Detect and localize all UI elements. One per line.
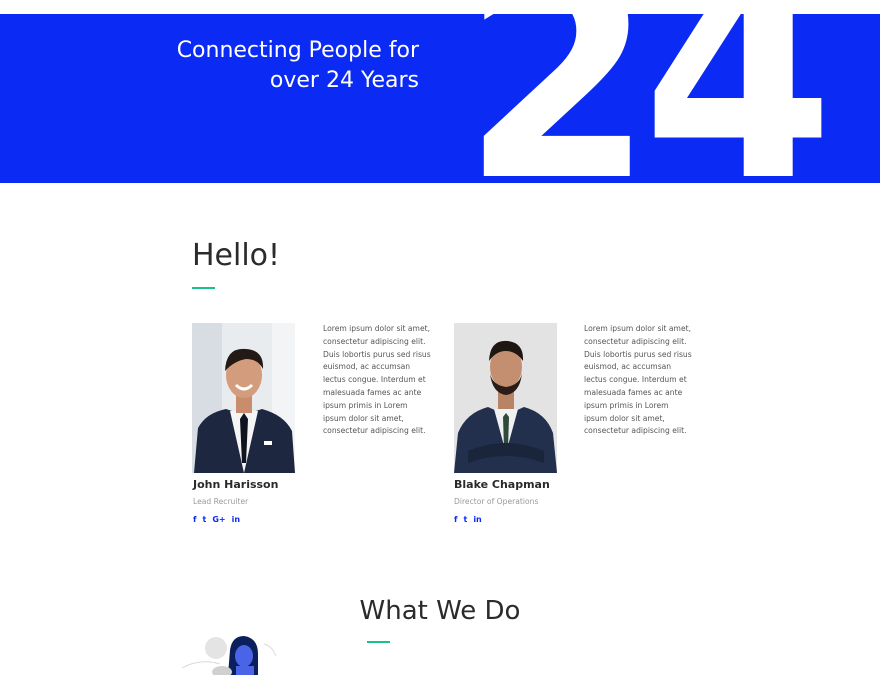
linkedin-icon[interactable]: in bbox=[232, 515, 240, 525]
hero-title: Connecting People for over 24 Years bbox=[89, 36, 419, 96]
team-member-social-links: f t in bbox=[454, 515, 482, 525]
hero-title-line-2: over 24 Years bbox=[269, 68, 419, 93]
team-member-role: Director of Operations bbox=[454, 497, 539, 506]
services-heading-accent-line bbox=[367, 641, 390, 643]
hero-big-number: 24 bbox=[462, 14, 834, 183]
team-member-name: John Harisson bbox=[193, 478, 279, 491]
google-plus-icon[interactable]: G+ bbox=[212, 515, 225, 525]
page: Connecting People for over 24 Years 24 H… bbox=[0, 0, 880, 675]
person-illustration bbox=[180, 630, 290, 675]
twitter-icon[interactable]: t bbox=[202, 515, 206, 525]
about-heading-accent-line bbox=[192, 287, 215, 289]
team-member-role: Lead Recruiter bbox=[193, 497, 249, 506]
team-member-social-links: f t G+ in bbox=[193, 515, 240, 525]
team-member-photo-john bbox=[192, 323, 295, 473]
facebook-icon[interactable]: f bbox=[454, 515, 457, 525]
team-member-name: Blake Chapman bbox=[454, 478, 550, 491]
twitter-icon[interactable]: t bbox=[463, 515, 467, 525]
services-heading: What We Do bbox=[359, 596, 521, 626]
hero-banner: Connecting People for over 24 Years 24 bbox=[0, 14, 880, 183]
team-member-bio: Lorem ipsum dolor sit amet, consectetur … bbox=[323, 324, 431, 436]
linkedin-icon[interactable]: in bbox=[473, 515, 481, 525]
team-member-photo-blake bbox=[454, 323, 557, 473]
hero-title-line-1: Connecting People for bbox=[176, 38, 419, 63]
team-member-bio: Lorem ipsum dolor sit amet, consectetur … bbox=[584, 324, 692, 436]
facebook-icon[interactable]: f bbox=[193, 515, 196, 525]
about-heading: Hello! bbox=[192, 238, 281, 273]
